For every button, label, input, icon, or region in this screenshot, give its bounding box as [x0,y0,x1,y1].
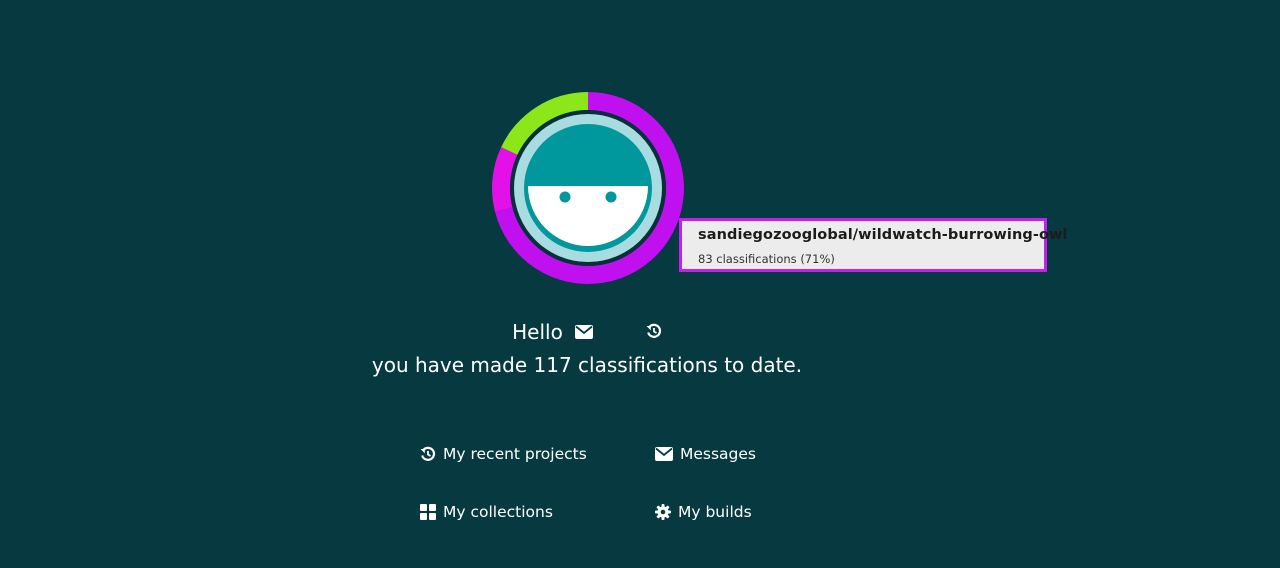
gear-icon [655,504,671,520]
history-icon [420,446,436,462]
envelope-icon [575,320,594,344]
my-builds-link[interactable]: My builds [655,503,752,521]
my-builds-label: My builds [678,503,752,521]
greeting-hello: Hello [512,319,563,344]
tooltip-classification-count: 83 classifications (71%) [698,252,835,266]
project-tooltip: sandiegozooglobal/wildwatch-burrowing-ow… [679,218,1068,272]
classification-ring-avatar[interactable] [490,90,686,286]
redacted-username [602,327,630,337]
greeting-line: Hello [0,318,1174,344]
my-recent-projects-link[interactable]: My recent projects [420,445,587,463]
avatar-left-eye [559,191,571,203]
envelope-icon [655,447,673,461]
classification-summary: you have made 117 classifications to dat… [371,353,803,377]
avatar-right-eye [605,191,617,203]
my-recent-projects-label: My recent projects [443,445,587,463]
messages-link[interactable]: Messages [655,445,756,463]
history-icon [646,320,662,344]
tooltip-project-name: sandiegozooglobal/wildwatch-burrowing-ow… [698,227,1068,243]
grid-icon [420,504,436,520]
classification-ring[interactable] [490,90,686,286]
my-collections-label: My collections [443,503,553,521]
my-collections-link[interactable]: My collections [420,503,553,521]
messages-label: Messages [680,445,757,463]
